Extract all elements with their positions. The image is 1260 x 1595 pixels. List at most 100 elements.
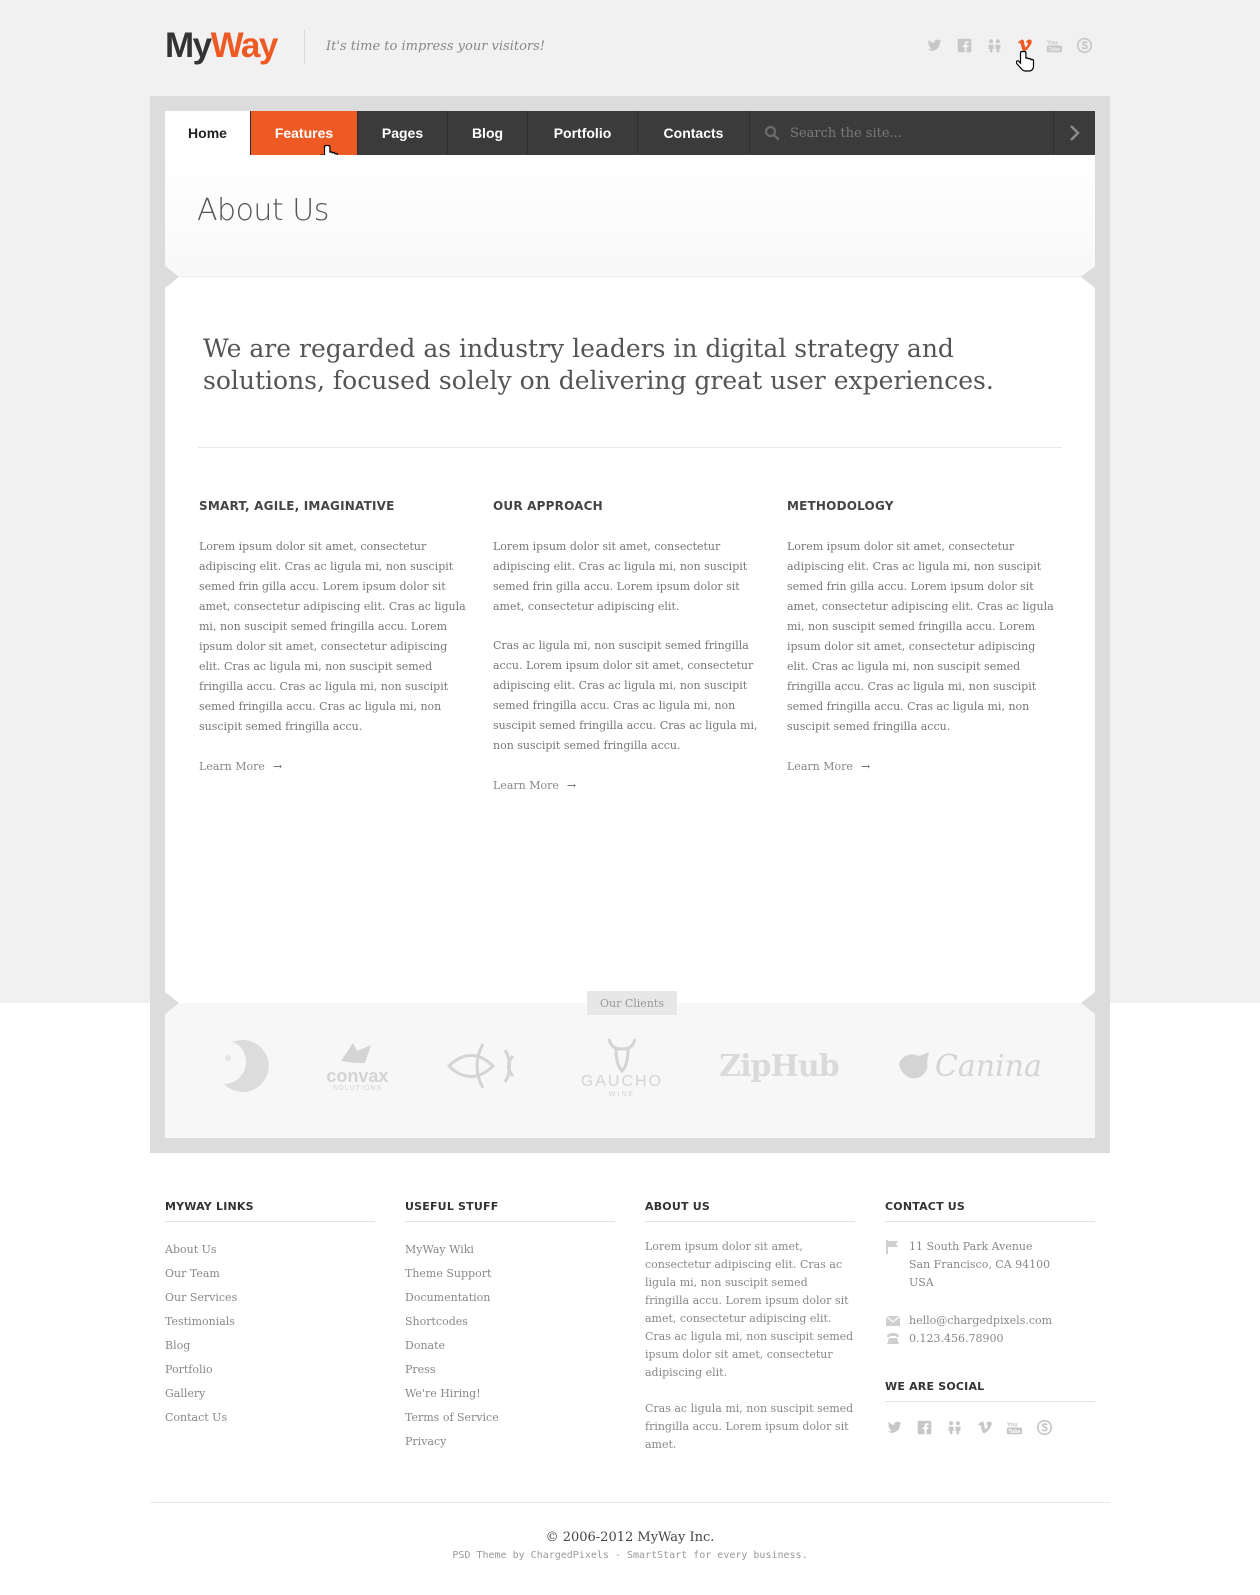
footer-link[interactable]: Terms of Service <box>405 1406 615 1430</box>
client-logos: convax SOLUTIONS GAUCHO WINE ZipHub Cani… <box>165 1031 1095 1101</box>
footer-heading: WE ARE SOCIAL <box>885 1380 1095 1402</box>
column-text: Lorem ipsum dolor sit amet, consectetur … <box>199 540 466 733</box>
nav-home[interactable]: Home <box>165 111 251 155</box>
site-logo[interactable]: MyWay <box>165 26 278 66</box>
page-title: About Us <box>197 193 329 228</box>
facebook-icon[interactable] <box>915 1418 934 1437</box>
footer-heading: CONTACT US <box>885 1200 1095 1222</box>
arrow-right-icon: → <box>860 760 871 773</box>
feature-column: OUR APPROACH Lorem ipsum dolor sit amet,… <box>493 499 763 794</box>
footer-links: About Us Our Team Our Services Testimoni… <box>165 1238 375 1430</box>
footer-heading: ABOUT US <box>645 1200 855 1222</box>
people-icon[interactable] <box>945 1418 964 1437</box>
footer-link[interactable]: MyWay Wiki <box>405 1238 615 1262</box>
feature-column: SMART, AGILE, IMAGINATIVE Lorem ipsum do… <box>199 499 469 775</box>
nav-features[interactable]: Features <box>251 111 358 155</box>
skype-icon[interactable] <box>1035 1418 1054 1437</box>
learn-more-link[interactable]: Learn More → <box>493 779 576 792</box>
learn-more-link[interactable]: Learn More → <box>199 760 282 773</box>
tagline: It's time to impress your visitors! <box>326 39 546 54</box>
footer-links-column: MYWAY LINKS About Us Our Team Our Servic… <box>165 1200 375 1430</box>
client-logo-gaucho[interactable]: GAUCHO WINE <box>581 1035 663 1098</box>
client-logo-moon[interactable] <box>218 1036 270 1096</box>
column-text: Lorem ipsum dolor sit amet, consectetur … <box>493 540 748 613</box>
footer-heading: MYWAY LINKS <box>165 1200 375 1222</box>
search-input[interactable] <box>790 125 1030 141</box>
column-heading: OUR APPROACH <box>493 499 603 513</box>
column-text: Lorem ipsum dolor sit amet, consectetur … <box>787 540 1054 733</box>
client-logo-fish[interactable] <box>445 1036 525 1096</box>
notch-left <box>165 992 179 1014</box>
footer-about-column: ABOUT US Lorem ipsum dolor sit amet, con… <box>645 1200 855 1472</box>
vimeo-icon[interactable] <box>975 1418 994 1437</box>
social-links-bottom: You Tube <box>885 1418 1095 1437</box>
feature-column: METHODOLOGY Lorem ipsum dolor sit amet, … <box>787 499 1057 775</box>
footer-useful-column: USEFUL STUFF MyWay Wiki Theme Support Do… <box>405 1200 615 1454</box>
lead-statement: We are regarded as industry leaders in d… <box>203 334 994 395</box>
social-links-top: You Tube <box>925 36 1094 55</box>
content-card: Home Features Pages Blog Portfolio Conta… <box>165 111 1095 1138</box>
copyright: © 2006-2012 MyWay Inc. <box>545 1530 715 1545</box>
twitter-icon[interactable] <box>925 36 944 55</box>
site-header: MyWay It's time to impress your visitors… <box>0 0 1260 96</box>
title-band: About Us <box>165 155 1095 277</box>
notch-right <box>1081 992 1095 1014</box>
clients-section: Our Clients convax SOLUTIONS GAUCHO WINE… <box>165 991 1095 1138</box>
nav-portfolio[interactable]: Portfolio <box>528 111 638 155</box>
divider <box>198 447 1062 448</box>
header-divider <box>304 30 305 64</box>
youtube-icon[interactable]: You Tube <box>1045 36 1064 55</box>
footer-link[interactable]: Testimonials <box>165 1310 375 1334</box>
mail-icon <box>885 1315 901 1326</box>
search-bar <box>750 111 1095 155</box>
nav-pages[interactable]: Pages <box>358 111 448 155</box>
main-nav: Home Features Pages Blog Portfolio Conta… <box>165 111 1095 155</box>
column-heading: SMART, AGILE, IMAGINATIVE <box>199 499 395 513</box>
footer-about-text: Lorem ipsum dolor sit amet, consectetur … <box>645 1240 854 1379</box>
client-logo-ziphub[interactable]: ZipHub <box>719 1049 839 1084</box>
phone-icon <box>887 1333 899 1344</box>
footer-about-text: Cras ac ligula mi, non suscipit semed fr… <box>645 1402 854 1451</box>
youtube-icon[interactable]: You Tube <box>1005 1418 1024 1437</box>
column-heading: METHODOLOGY <box>787 499 894 513</box>
footer-link[interactable]: Documentation <box>405 1286 615 1310</box>
footer-link[interactable]: Portfolio <box>165 1358 375 1382</box>
footer-link[interactable]: Privacy <box>405 1430 615 1454</box>
twitter-icon[interactable] <box>885 1418 904 1437</box>
footer-link[interactable]: Press <box>405 1358 615 1382</box>
skype-icon[interactable] <box>1075 36 1094 55</box>
footer-divider <box>150 1502 1110 1503</box>
facebook-icon[interactable] <box>955 36 974 55</box>
search-submit-button[interactable] <box>1053 111 1095 155</box>
footer-link[interactable]: Theme Support <box>405 1262 615 1286</box>
footer-heading: USEFUL STUFF <box>405 1200 615 1222</box>
footer-link[interactable]: Gallery <box>165 1382 375 1406</box>
arrow-right-icon: → <box>566 779 577 792</box>
clients-label: Our Clients <box>587 991 677 1015</box>
pointer-cursor-icon <box>1016 50 1035 72</box>
footer-link[interactable]: Blog <box>165 1334 375 1358</box>
flag-icon <box>886 1240 898 1254</box>
nav-blog[interactable]: Blog <box>448 111 528 155</box>
footer-link[interactable]: Shortcodes <box>405 1310 615 1334</box>
client-logo-canina[interactable]: Canina <box>895 1046 1042 1086</box>
people-icon[interactable] <box>985 36 1004 55</box>
nav-contacts[interactable]: Contacts <box>638 111 750 155</box>
footer-link[interactable]: Donate <box>405 1334 615 1358</box>
notch-left <box>165 266 179 288</box>
footer-link[interactable]: Our Team <box>165 1262 375 1286</box>
svg-text:Tube: Tube <box>1009 1429 1021 1435</box>
footer-link[interactable]: Contact Us <box>165 1406 375 1430</box>
svg-text:Tube: Tube <box>1049 47 1061 53</box>
footer-link[interactable]: We're Hiring! <box>405 1382 615 1406</box>
learn-more-link[interactable]: Learn More → <box>787 760 870 773</box>
client-logo-convax[interactable]: convax SOLUTIONS <box>326 1041 388 1092</box>
footer-link[interactable]: About Us <box>165 1238 375 1262</box>
contact-phone: 0.123.456.78900 <box>885 1330 1095 1348</box>
contact-email: hello@chargedpixels.com <box>885 1312 1095 1330</box>
footer-link[interactable]: Our Services <box>165 1286 375 1310</box>
search-icon <box>764 125 780 141</box>
footer-contact-column: CONTACT US 11 South Park Avenue San Franc… <box>885 1200 1095 1437</box>
theme-credit: PSD Theme by ChargedPixels - SmartStart … <box>452 1550 808 1561</box>
footer-useful-links: MyWay Wiki Theme Support Documentation S… <box>405 1238 615 1454</box>
